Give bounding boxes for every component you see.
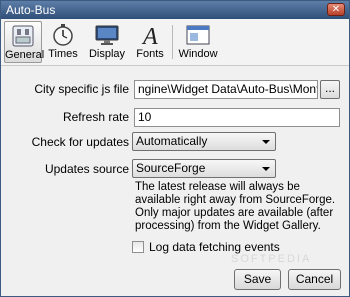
tab-times[interactable]: Times [46,21,80,63]
toolbar-separator [172,25,173,59]
softpedia-watermark: SOFTPEDIA [231,253,312,265]
tab-display[interactable]: Display [84,21,130,63]
refresh-rate-label: Refresh rate [62,110,129,124]
check-updates-dropdown[interactable]: Automatically [132,132,276,151]
city-js-label: City specific js file [34,82,129,96]
dropdown-arrow-icon [262,140,270,144]
font-icon: A [141,24,158,47]
browse-button[interactable]: ... [320,80,340,99]
tab-fonts[interactable]: A Fonts [134,21,166,63]
title-bar[interactable]: Auto-Bus ✕ [1,1,349,19]
updates-source-dropdown[interactable]: SourceForge [132,159,276,178]
tab-window[interactable]: Window [178,21,218,63]
monitor-icon [95,25,119,45]
city-js-field[interactable]: ngine\Widget Data\Auto-Bus\Montreal.js [134,80,318,99]
close-button[interactable]: ✕ [327,3,345,16]
stopwatch-icon [53,24,73,46]
check-updates-label: Check for updates [31,135,129,149]
updates-source-label: Updates source [44,162,129,176]
refresh-rate-field[interactable]: 10 [134,108,340,127]
check-updates-value: Automatically [136,134,208,148]
tab-general-label: General [5,49,45,61]
preferences-toolbar: General Times Display A Fonts Window [1,19,349,66]
cancel-button[interactable]: Cancel [288,269,341,290]
window-title: Auto-Bus [6,3,56,17]
tab-general[interactable]: General [4,21,45,63]
window-icon [186,25,210,45]
preferences-window: Auto-Bus ✕ General Times Display A Fonts… [0,0,350,297]
tab-fonts-label: Fonts [136,48,164,60]
tab-window-label: Window [178,48,218,60]
updates-source-value: SourceForge [136,161,206,175]
svg-text:A: A [141,24,158,47]
tab-times-label: Times [48,48,78,60]
log-events-label[interactable]: Log data fetching events [149,240,280,254]
save-button[interactable]: Save [234,269,281,290]
tab-display-label: Display [88,48,126,60]
log-events-checkbox[interactable] [132,241,144,253]
dropdown-arrow-icon [262,167,270,171]
general-settings-icon [12,25,34,47]
updates-note: The latest release will always be availa… [135,181,336,232]
